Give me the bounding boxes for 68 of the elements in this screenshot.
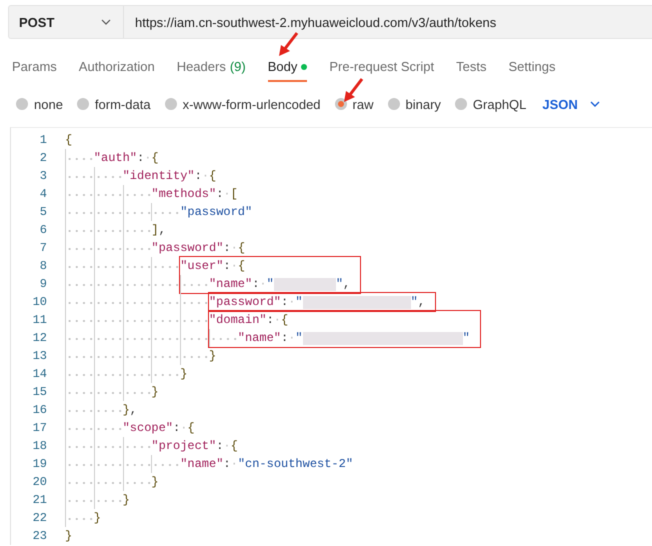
tab[interactable]: Params	[12, 55, 57, 82]
line-number: 17	[32, 420, 47, 437]
code-line: }	[208, 348, 216, 365]
code-line: "password":·{	[151, 240, 246, 257]
tab[interactable]: Headers (9)	[176, 55, 246, 82]
code-line: "name":·" ",	[208, 276, 350, 293]
code-line: "user":·{	[180, 258, 246, 275]
code-line: }	[65, 528, 72, 545]
code-line: "scope":·{	[122, 420, 195, 437]
code-line: "password":·" ",	[208, 294, 426, 311]
line-number: 12	[32, 330, 47, 347]
tab[interactable]: Authorization	[78, 55, 155, 82]
code-line: }	[94, 510, 101, 527]
code-line: "auth":·{	[94, 150, 159, 167]
code-line: "methods":·[	[151, 186, 238, 203]
line-number: 7	[38, 240, 47, 257]
line-number: 4	[38, 186, 47, 203]
line-number: 8	[38, 258, 47, 275]
line-number: 21	[32, 492, 47, 509]
format-dropdown[interactable]: JSON	[542, 96, 600, 112]
line-number: 2	[38, 150, 47, 167]
line-number: 9	[38, 276, 47, 293]
radio-option[interactable]: none	[16, 96, 63, 112]
line-number: 14	[32, 366, 47, 383]
code-line: "identity":·{	[122, 168, 216, 185]
radio-option[interactable]: GraphQL	[454, 96, 526, 112]
line-number: 16	[32, 402, 47, 419]
chevron-down-icon	[590, 101, 600, 107]
radio-option[interactable]: form-data	[76, 96, 151, 112]
radio-button[interactable]	[454, 98, 467, 110]
radio-button[interactable]	[76, 98, 89, 110]
code-line: "password"	[180, 204, 252, 221]
radio-button[interactable]	[334, 98, 347, 110]
code-line: "project":·{	[151, 438, 238, 455]
line-number: 6	[38, 222, 47, 239]
code-line: "name":·"cn-southwest-2"	[180, 456, 354, 473]
radio-option[interactable]: binary	[388, 96, 441, 112]
code-line: {	[65, 132, 72, 149]
line-number: 22	[32, 510, 47, 527]
line-number: 23	[32, 528, 47, 545]
line-number: 20	[32, 474, 47, 491]
code-line: },	[122, 402, 137, 419]
line-number: 13	[32, 348, 47, 365]
line-number: 19	[32, 456, 47, 473]
radio-button[interactable]	[388, 98, 400, 110]
code-line: }	[180, 366, 188, 383]
radio-option[interactable]: x-www-form-urlencoded	[164, 96, 321, 112]
line-number: 3	[38, 168, 47, 185]
tab[interactable]: Body	[268, 55, 308, 82]
code-line: "name":·" "	[238, 330, 470, 347]
line-number: 18	[32, 438, 47, 455]
tab[interactable]: Settings	[508, 55, 556, 82]
indent-guide	[180, 293, 209, 311]
radio-button[interactable]	[16, 98, 28, 110]
line-number: 11	[32, 312, 47, 329]
line-number: 10	[32, 294, 47, 311]
radio-button[interactable]	[164, 98, 177, 110]
line-number: 15	[32, 384, 47, 401]
code-line: ],	[151, 222, 166, 239]
redacted-block	[274, 278, 336, 290]
code-line: "domain":·{	[208, 312, 288, 329]
line-number: 5	[38, 204, 47, 221]
code-line: }	[151, 474, 159, 491]
code-line: }	[122, 492, 130, 509]
code-line: }	[151, 384, 159, 401]
tab[interactable]: Tests	[456, 55, 486, 82]
tab[interactable]: Pre-request Script	[329, 55, 434, 82]
line-number: 1	[38, 132, 47, 149]
